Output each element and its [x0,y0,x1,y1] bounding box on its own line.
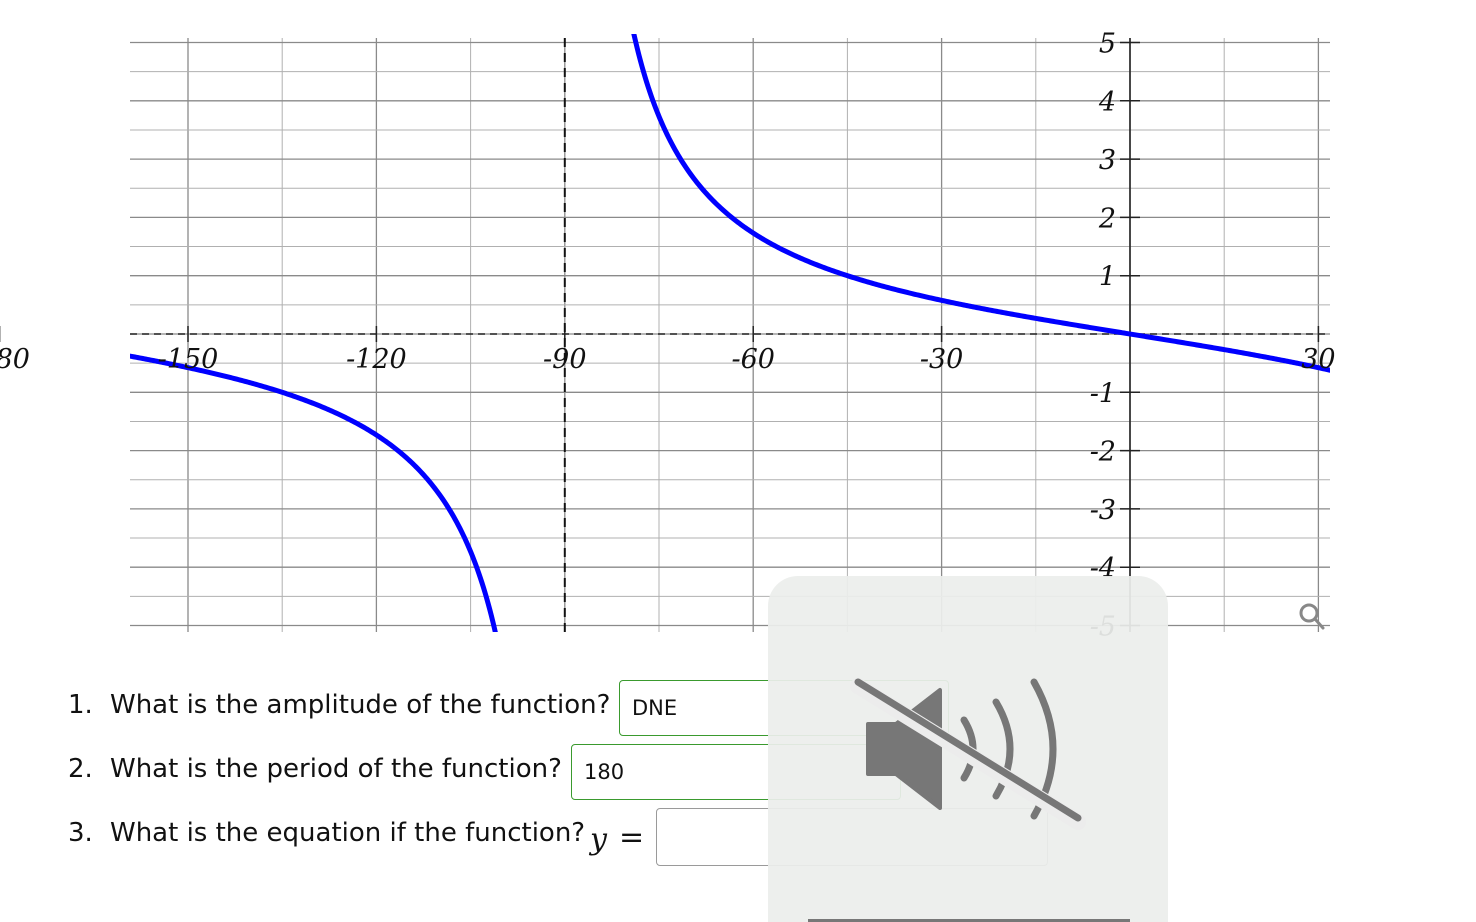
curve-branch [631,34,1330,373]
y-tick-label: 4 [1098,87,1116,118]
y-tick-label: -3 [1090,495,1116,526]
x-tick-label: -120 [346,344,407,375]
axes [0,38,1330,632]
curve-branch [130,353,498,632]
y-tick-label: 1 [1099,262,1116,293]
curve [130,34,1330,632]
question-2: 2. What is the period of the function? [68,754,562,784]
question-3-text: What is the equation if the function? [110,818,586,848]
x-tick-label: -30 [920,344,963,375]
magnifier-icon[interactable] [1292,598,1332,638]
x-tick-label: -90 [543,344,586,375]
x-tick-label: 30 [1301,344,1335,375]
question-1-number: 1. [68,690,93,720]
x-tick-label: -150 [158,344,219,375]
tick-labels: -300-270-240-210-180-150-120-90-60-30306… [0,29,1336,643]
question-2-number: 2. [68,754,93,784]
y-tick-label: -1 [1090,378,1116,409]
equation-equals: = [619,820,645,855]
question-3: 3. What is the equation if the function? [68,818,585,848]
question-3-number: 3. [68,818,93,848]
x-tick-label: -60 [731,344,774,375]
graph: -300-270-240-210-180-150-120-90-60-30306… [0,29,1336,643]
question-2-text: What is the period of the function? [110,754,562,784]
mute-overlay-panel[interactable] [768,576,1168,922]
y-tick-label: 5 [1099,29,1116,60]
speaker-muted-icon[interactable] [848,672,1088,842]
question-1: 1. What is the amplitude of the function? [68,690,610,720]
y-tick-label: 2 [1098,203,1116,234]
x-tick-label: -180 [0,344,30,375]
question-1-text: What is the amplitude of the function? [110,690,611,720]
y-tick-label: 3 [1099,145,1116,176]
y-tick-label: -2 [1090,437,1116,468]
equation-variable: y [590,822,607,857]
